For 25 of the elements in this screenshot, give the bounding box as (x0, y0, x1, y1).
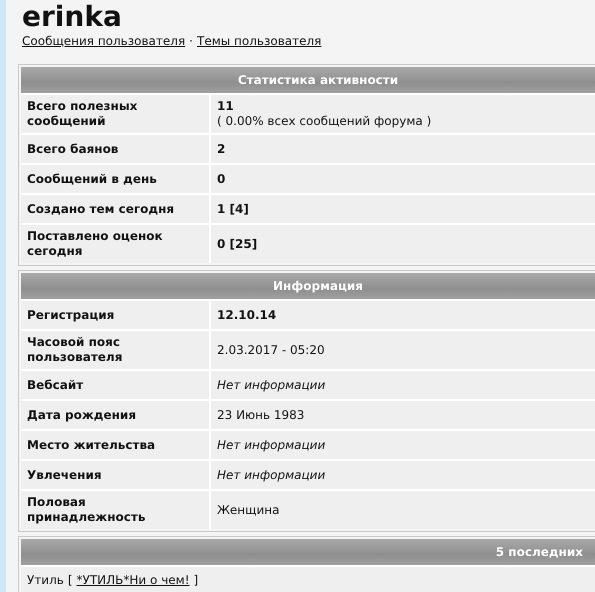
header-title: Статистика активности (238, 73, 398, 87)
bracket: [ (68, 573, 73, 587)
value-cell-text: Нет информации (216, 376, 326, 394)
value-cell-text: Нет информации (216, 466, 326, 484)
profile-link[interactable]: Темы пользователя (197, 34, 322, 48)
value-cell-text: 2.03.2017 - 05:20 (216, 342, 326, 358)
value-cell-text: 12.10.14 (216, 306, 278, 324)
value-cell-text: Нет информации (216, 436, 326, 454)
label-cell: Половая принадлежность (21, 491, 211, 529)
value-cell-text: Женщина (216, 502, 280, 518)
value-cell-text: 1 [4] (216, 200, 250, 218)
profile-link[interactable]: Сообщения пользователя (22, 34, 186, 48)
forum-name: Утиль (27, 573, 64, 587)
value-cell-text: 11 ( 0.00% всех сообщений форума ) (216, 98, 432, 130)
value-cell-text: 23 Июнь 1983 (216, 406, 306, 424)
header-title: Информация (273, 279, 363, 293)
value-cell-text: 0 [25] (216, 236, 258, 252)
header-title: 5 последних (496, 545, 583, 559)
value-cell-text: 0 (216, 170, 226, 188)
username-title: erinka (21, 0, 123, 34)
label-cell: Поставлено оценок сегодня (21, 225, 211, 263)
link-separator: · (189, 34, 193, 48)
bracket: ] (194, 573, 198, 587)
topic-link[interactable]: *УТИЛЬ*Ни о чем! (76, 573, 190, 587)
value-cell-text: 2 (216, 140, 226, 158)
